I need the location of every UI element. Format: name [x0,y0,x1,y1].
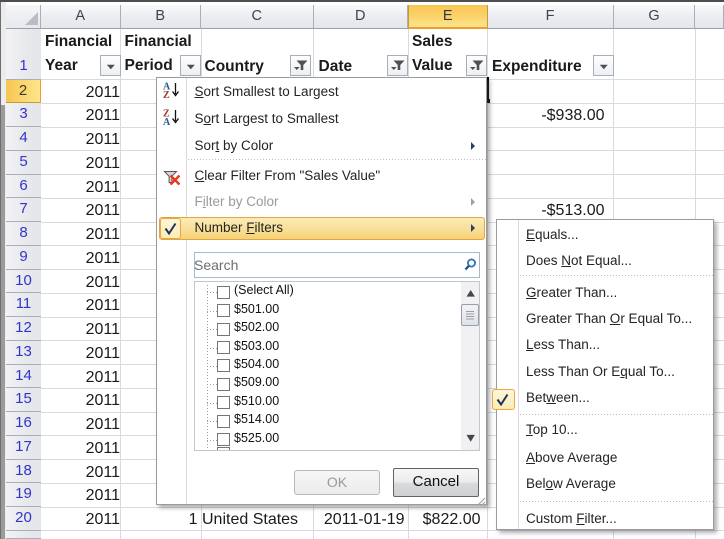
svg-text:Z: Z [163,90,170,100]
svg-text:A: A [163,117,171,127]
